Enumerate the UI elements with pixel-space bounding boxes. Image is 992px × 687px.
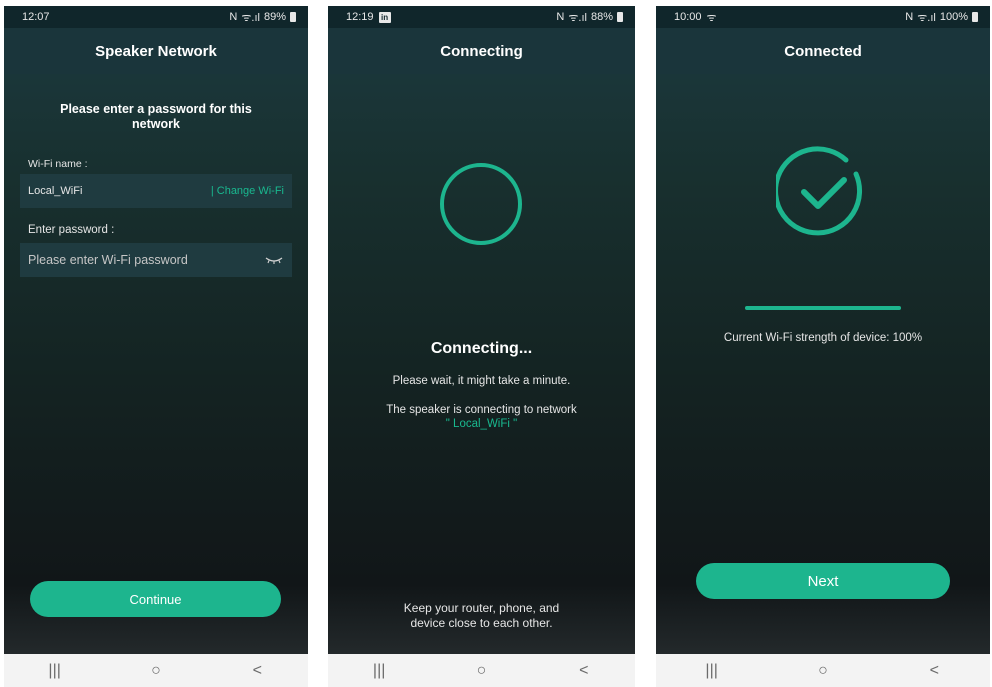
wifi-strength-text: Current Wi-Fi strength of device: 100% xyxy=(723,332,923,344)
home-button[interactable]: ○ xyxy=(803,662,843,680)
back-button[interactable]: < xyxy=(914,662,954,680)
page-title: Connecting xyxy=(328,28,635,74)
recents-button[interactable]: ||| xyxy=(692,662,732,680)
eye-closed-icon[interactable] xyxy=(264,255,284,265)
screen-connected: 10:00 ᯤ N ᯤ.ıl 100% Connected Current Wi… xyxy=(656,6,990,687)
status-time: 12:07 xyxy=(22,11,50,23)
mute-icon: N xyxy=(905,11,914,23)
back-button[interactable]: < xyxy=(564,662,604,680)
network-name: " Local_WiFi " xyxy=(445,418,518,430)
battery-percent: 89% xyxy=(263,11,286,23)
password-label: Enter password : xyxy=(28,224,115,236)
mute-icon: N xyxy=(229,11,238,23)
recents-button[interactable]: ||| xyxy=(35,662,75,680)
mute-icon: N xyxy=(556,11,565,23)
check-circle-icon xyxy=(776,146,863,236)
system-nav-bar: ||| ○ < xyxy=(656,654,990,687)
connecting-heading: Connecting... xyxy=(430,340,533,357)
page-title: Speaker Network xyxy=(4,28,308,74)
status-time: 10:00 xyxy=(674,11,702,23)
page-title: Connected xyxy=(656,28,990,74)
status-bar: 12:07 N ᯤ.ıl 89% xyxy=(4,6,308,28)
wifi-name-value: Local_WiFi xyxy=(28,185,83,197)
loading-ring-icon xyxy=(440,163,522,245)
hint-line-1: Keep your router, phone, and xyxy=(403,601,560,615)
screen-speaker-network: 12:07 N ᯤ.ıl 89% Speaker Network Please … xyxy=(4,6,308,687)
wifi-strength-fill xyxy=(745,306,901,310)
battery-icon xyxy=(972,12,978,22)
system-nav-bar: ||| ○ < xyxy=(328,654,635,687)
home-button[interactable]: ○ xyxy=(461,662,501,680)
password-input[interactable] xyxy=(28,253,248,267)
linkedin-icon: in xyxy=(378,11,391,23)
battery-percent: 88% xyxy=(590,11,613,23)
battery-icon xyxy=(617,12,623,22)
recents-button[interactable]: ||| xyxy=(359,662,399,680)
wait-text: Please wait, it might take a minute. xyxy=(392,375,571,387)
screen-connecting: 12:19 in N ᯤ.ıl 88% Connecting Connectin… xyxy=(328,6,635,687)
wifi-strength-bar xyxy=(745,306,901,310)
password-prompt: Please enter a password for this network xyxy=(60,102,252,131)
signal-icon: ᯤ.ıl xyxy=(241,11,260,24)
wifi-name-field: Local_WiFi | Change Wi-Fi xyxy=(20,174,292,208)
continue-button[interactable]: Continue xyxy=(30,581,281,617)
wifi-icon: ᯤ xyxy=(706,11,717,24)
next-button[interactable]: Next xyxy=(696,563,950,599)
battery-icon xyxy=(290,12,296,22)
system-nav-bar: ||| ○ < xyxy=(4,654,308,687)
status-time: 12:19 xyxy=(346,11,374,23)
signal-icon: ᯤ.ıl xyxy=(917,11,936,24)
connecting-text: The speaker is connecting to network xyxy=(386,404,577,416)
password-field-row xyxy=(20,243,292,277)
hint-line-2: device close to each other. xyxy=(410,616,553,630)
status-bar: 10:00 ᯤ N ᯤ.ıl 100% xyxy=(656,6,990,28)
signal-icon: ᯤ.ıl xyxy=(568,11,587,24)
change-wifi-link[interactable]: | Change Wi-Fi xyxy=(211,185,284,197)
battery-percent: 100% xyxy=(939,11,968,23)
home-button[interactable]: ○ xyxy=(136,662,176,680)
status-bar: 12:19 in N ᯤ.ıl 88% xyxy=(328,6,635,28)
wifi-name-label: Wi-Fi name : xyxy=(28,158,88,170)
back-button[interactable]: < xyxy=(237,662,277,680)
